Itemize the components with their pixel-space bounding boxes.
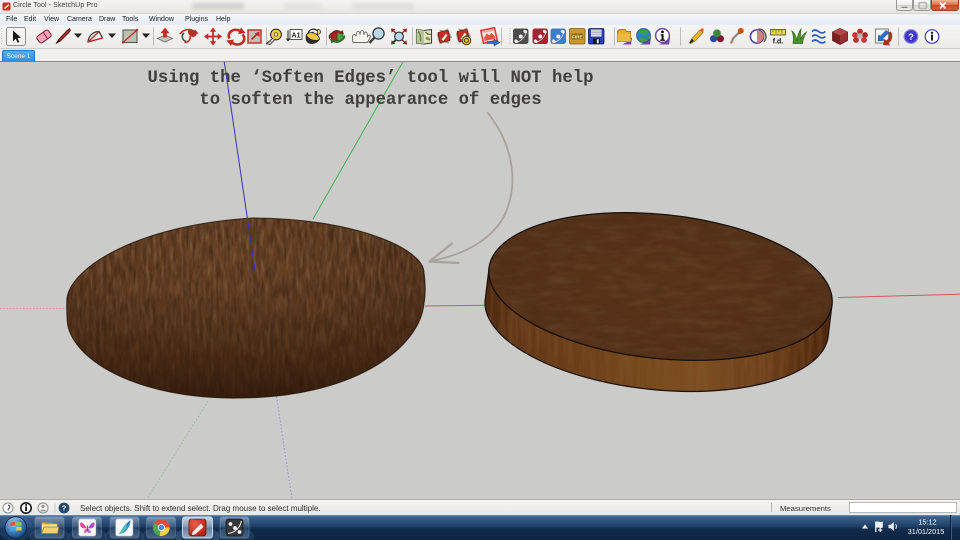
- svg-text:?: ?: [62, 504, 67, 513]
- svg-text:f.d.: f.d.: [773, 39, 784, 46]
- svg-text:FIRE: FIRE: [572, 34, 582, 39]
- svg-text:31/01/2015: 31/01/2015: [908, 527, 945, 536]
- svg-text:15:12: 15:12: [918, 518, 936, 527]
- svg-text:?: ?: [908, 32, 914, 43]
- svg-text:A1: A1: [292, 33, 301, 40]
